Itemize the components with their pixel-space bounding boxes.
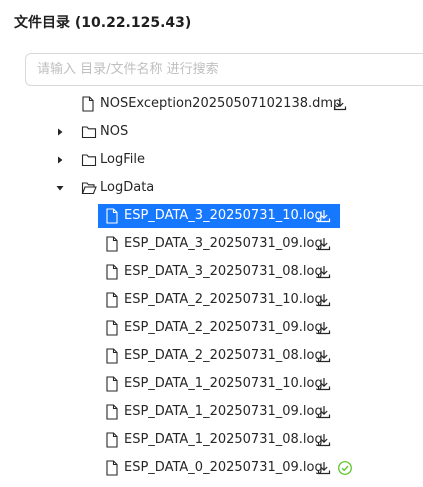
tree-item-file[interactable]: ESP_DATA_3_20250731_08.log bbox=[0, 260, 423, 284]
tree-item-label: ESP_DATA_1_20250731_08.log bbox=[124, 432, 323, 447]
file-icon bbox=[105, 236, 119, 252]
tree-item-file[interactable]: ESP_DATA_0_20250731_09.log bbox=[0, 456, 423, 480]
file-directory-panel: 文件目录 (10.22.125.43) NOSException20250507… bbox=[0, 0, 423, 487]
caret-right-icon[interactable] bbox=[53, 120, 67, 144]
tree-item-label: ESP_DATA_3_20250731_09.log bbox=[124, 236, 323, 251]
download-icon[interactable] bbox=[316, 460, 332, 476]
download-icon[interactable] bbox=[316, 236, 332, 252]
download-icon[interactable] bbox=[316, 404, 332, 420]
download-icon[interactable] bbox=[316, 432, 332, 448]
tree-item-file[interactable]: ESP_DATA_1_20250731_08.log bbox=[0, 428, 423, 452]
download-icon[interactable] bbox=[316, 348, 332, 364]
tree-item-label: ESP_DATA_2_20250731_08.log bbox=[124, 348, 323, 363]
download-icon[interactable] bbox=[332, 96, 348, 112]
caret-right-icon[interactable] bbox=[53, 148, 67, 172]
tree-item-folder[interactable]: LogFile bbox=[0, 148, 423, 172]
file-icon bbox=[105, 292, 119, 308]
caret-down-icon[interactable] bbox=[53, 176, 67, 200]
tree-item-file[interactable]: ESP_DATA_3_20250731_09.log bbox=[0, 232, 423, 256]
tree-item-label: ESP_DATA_2_20250731_09.log bbox=[124, 320, 323, 335]
check-circle-icon bbox=[337, 460, 353, 476]
tree-item-file[interactable]: ESP_DATA_2_20250731_10.log bbox=[0, 288, 423, 312]
file-icon bbox=[105, 460, 119, 476]
file-icon bbox=[105, 208, 119, 224]
file-icon bbox=[105, 432, 119, 448]
tree-item-file[interactable]: ESP_DATA_2_20250731_08.log bbox=[0, 344, 423, 368]
tree-item-label: NOSException20250507102138.dmp bbox=[100, 96, 342, 111]
tree-item-file-selected[interactable]: ESP_DATA_3_20250731_10.log bbox=[0, 204, 423, 228]
file-icon bbox=[105, 348, 119, 364]
download-icon[interactable] bbox=[316, 208, 332, 224]
tree-item-label: NOS bbox=[100, 124, 129, 139]
file-icon bbox=[105, 376, 119, 392]
folder-icon bbox=[81, 152, 97, 168]
search-input[interactable] bbox=[26, 54, 397, 85]
tree-item-label: ESP_DATA_3_20250731_10.log bbox=[124, 208, 323, 223]
tree-item-folder[interactable]: LogData bbox=[0, 176, 423, 200]
tree-item-label: ESP_DATA_3_20250731_08.log bbox=[124, 264, 323, 279]
tree-item-file[interactable]: ESP_DATA_2_20250731_09.log bbox=[0, 316, 423, 340]
folder-icon bbox=[81, 124, 97, 140]
tree-item-file[interactable]: ESP_DATA_1_20250731_09.log bbox=[0, 400, 423, 424]
download-icon[interactable] bbox=[316, 376, 332, 392]
tree-item-label: ESP_DATA_1_20250731_09.log bbox=[124, 404, 323, 419]
file-icon bbox=[105, 264, 119, 280]
tree-item-file[interactable]: NOSException20250507102138.dmp bbox=[0, 92, 423, 116]
panel-title: 文件目录 (10.22.125.43) bbox=[14, 15, 192, 31]
tree-item-folder[interactable]: NOS bbox=[0, 120, 423, 144]
download-icon[interactable] bbox=[316, 264, 332, 280]
file-icon bbox=[105, 404, 119, 420]
tree-item-label: ESP_DATA_1_20250731_10.log bbox=[124, 376, 323, 391]
tree-item-label: ESP_DATA_2_20250731_10.log bbox=[124, 292, 323, 307]
file-icon bbox=[105, 320, 119, 336]
tree-item-file[interactable]: ESP_DATA_1_20250731_10.log bbox=[0, 372, 423, 396]
download-icon[interactable] bbox=[316, 292, 332, 308]
folder-open-icon bbox=[81, 180, 97, 196]
tree-item-label: ESP_DATA_0_20250731_09.log bbox=[124, 460, 323, 475]
tree-item-label: LogFile bbox=[100, 152, 145, 167]
download-icon[interactable] bbox=[316, 320, 332, 336]
file-icon bbox=[81, 96, 95, 112]
tree-item-label: LogData bbox=[100, 180, 155, 195]
search-box[interactable] bbox=[25, 53, 423, 86]
